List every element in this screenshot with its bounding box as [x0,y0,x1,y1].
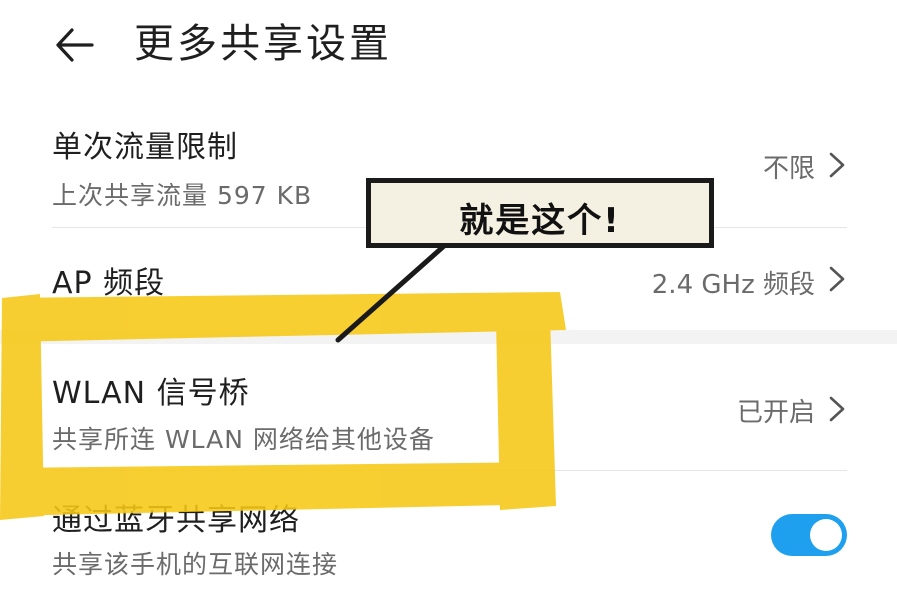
top-bar: 更多共享设置 [0,0,897,100]
back-button[interactable] [50,20,100,70]
chevron-right-icon [829,152,845,178]
row-subtitle: 共享该手机的互联网连接 [52,550,339,579]
setting-row-wlan-bridge[interactable]: WLAN 信号桥 共享所连 WLAN 网络给其他设备 已开启 [0,344,897,470]
back-arrow-icon [56,28,94,62]
chevron-right-icon [829,266,845,292]
row-subtitle: 共享所连 WLAN 网络给其他设备 [52,425,435,454]
row-subtitle: 上次共享流量 597 KB [52,181,313,210]
section-separator [0,330,897,344]
annotation-text: 就是这个! [459,201,621,241]
row-value: 2.4 GHz 频段 [651,270,815,300]
toggle-knob [810,519,842,551]
row-value: 已开启 [736,398,815,428]
page-title: 更多共享设置 [134,21,392,67]
bluetooth-tether-toggle[interactable] [771,514,847,556]
row-title: 通过蓝牙共享网络 [52,503,300,538]
row-title: 单次流量限制 [52,130,238,165]
annotation-callout: 就是这个! [366,178,714,248]
row-title: WLAN 信号桥 [52,376,250,411]
row-title: AP 频段 [52,266,166,301]
row-value: 不限 [762,154,815,184]
chevron-right-icon [829,396,845,422]
setting-row-bluetooth-tether[interactable]: 通过蓝牙共享网络 共享该手机的互联网连接 [0,471,897,602]
